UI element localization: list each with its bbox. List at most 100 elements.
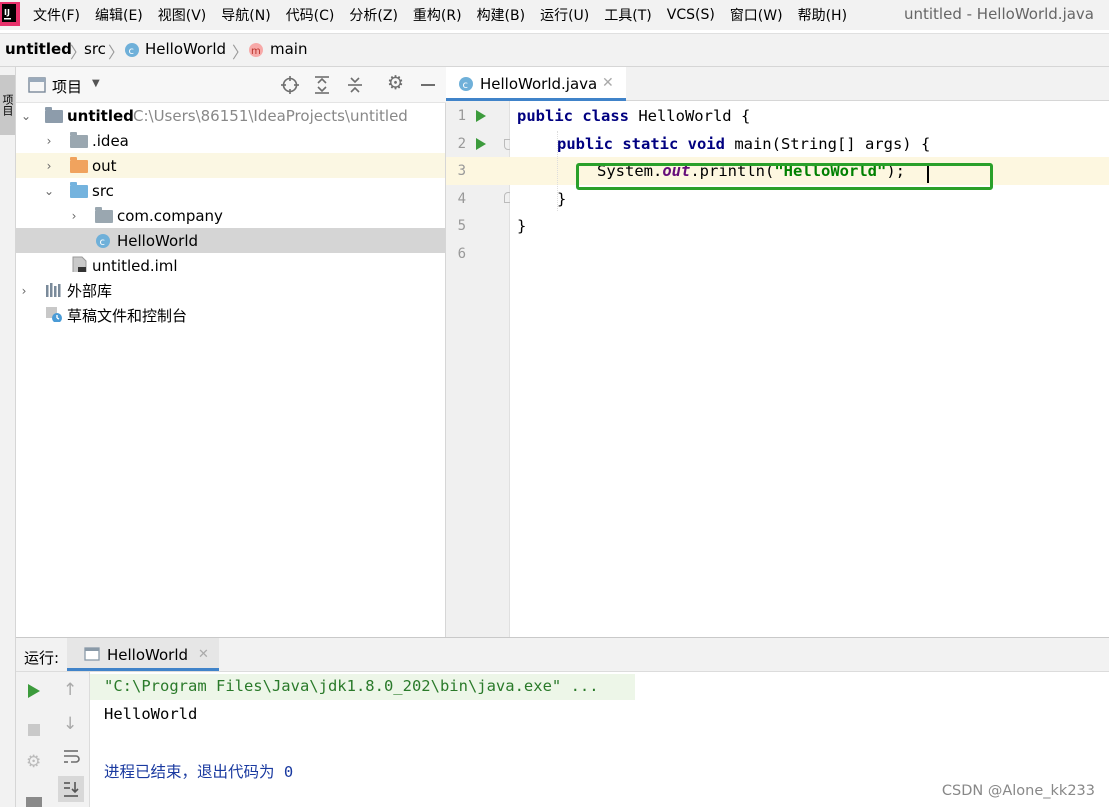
project-panel-title[interactable]: 项目: [52, 76, 82, 97]
soft-wrap-icon[interactable]: [62, 747, 80, 765]
chevron-down-icon[interactable]: ⌄: [43, 184, 55, 198]
locate-file-icon[interactable]: [281, 76, 299, 94]
close-icon[interactable]: ✕: [602, 75, 614, 91]
run-tab-label: HelloWorld: [107, 646, 189, 664]
breadcrumb-src[interactable]: src: [84, 40, 106, 58]
menu-window[interactable]: 窗口(W): [730, 5, 783, 25]
console-exit-line: 进程已结束，退出代码为 0: [104, 763, 294, 781]
java-class-icon: c: [125, 43, 139, 57]
menu-code[interactable]: 代码(C): [286, 5, 335, 25]
menu-navigate[interactable]: 导航(N): [221, 5, 270, 25]
code-editor[interactable]: public class HelloWorld { public static …: [510, 101, 1109, 637]
chevron-down-icon[interactable]: ⌄: [20, 109, 32, 123]
chevron-right-icon[interactable]: ›: [43, 134, 55, 148]
menu-build[interactable]: 构建(B): [477, 5, 526, 25]
minimize-icon[interactable]: [421, 84, 435, 86]
tab-label: HelloWorld.java: [480, 75, 598, 93]
chevron-right-icon[interactable]: ›: [68, 209, 80, 223]
menu-tools[interactable]: 工具(T): [604, 5, 651, 25]
arrow-down-icon[interactable]: ↓: [63, 714, 77, 734]
package-icon: [95, 207, 113, 223]
code-line-1: public class HelloWorld {: [517, 107, 751, 125]
breadcrumb-project[interactable]: untitled: [5, 40, 72, 58]
line-number: 5: [457, 218, 466, 234]
chevron-right-icon: 〉: [108, 43, 125, 62]
run-icon[interactable]: [476, 110, 486, 122]
close-icon[interactable]: ✕: [198, 647, 209, 662]
tree-item-helloworld[interactable]: c HelloWorld: [16, 228, 445, 253]
window-title: untitled - HelloWorld.java: [903, 5, 1094, 23]
menu-items: 文件(F) 编辑(E) 视图(V) 导航(N) 代码(C) 分析(Z) 重构(R…: [33, 0, 847, 30]
menu-help[interactable]: 帮助(H): [798, 5, 847, 25]
java-class-icon: c: [459, 77, 473, 91]
gear-icon[interactable]: ⚙: [387, 72, 404, 94]
excluded-folder-icon: [70, 157, 88, 173]
expand-all-icon[interactable]: [314, 76, 330, 94]
folder-icon: [70, 132, 88, 148]
tree-item-label: com.company: [117, 206, 223, 225]
highlight-box: [576, 163, 993, 190]
tree-item-label: out: [92, 156, 117, 175]
menu-run[interactable]: 运行(U): [540, 5, 589, 25]
stop-icon[interactable]: [28, 724, 40, 736]
menu-analyze[interactable]: 分析(Z): [349, 5, 398, 25]
run-tab-helloworld[interactable]: HelloWorld ✕: [67, 638, 219, 671]
library-icon: [46, 283, 61, 297]
run-icon[interactable]: [476, 138, 486, 150]
chevron-right-icon[interactable]: ›: [43, 159, 55, 173]
tree-item-untitled[interactable]: ⌄ untitled C:\Users\86151\IdeaProjects\u…: [16, 103, 445, 128]
panel-layout-icon[interactable]: [26, 797, 42, 807]
svg-text:IJ: IJ: [4, 8, 10, 17]
console-output-line: HelloWorld: [104, 705, 198, 723]
dropdown-arrow-icon[interactable]: ▼: [92, 78, 100, 89]
scratch-file-icon: [46, 307, 62, 322]
rerun-icon[interactable]: [28, 684, 40, 698]
project-folder-icon: [45, 107, 63, 123]
breadcrumb-method[interactable]: main: [270, 40, 307, 58]
menu-refactor[interactable]: 重构(R): [413, 5, 462, 25]
svg-text:m: m: [251, 46, 261, 57]
scroll-to-end-icon: [64, 782, 79, 797]
tree-item-scratches[interactable]: 草稿文件和控制台: [16, 303, 445, 328]
tree-item-src[interactable]: ⌄ src: [16, 178, 445, 203]
svg-text:c: c: [463, 80, 469, 91]
arrow-up-icon[interactable]: ↑: [63, 680, 77, 700]
tree-item-label: 外部库: [67, 282, 113, 300]
tree-item-external-libraries[interactable]: › 外部库: [16, 278, 445, 303]
project-view-icon: [28, 77, 46, 93]
tree-item-untitled-iml[interactable]: untitled.iml: [16, 253, 445, 278]
run-toolbar: ↑ ↓ ⚙: [16, 672, 90, 807]
breadcrumb-class[interactable]: HelloWorld: [145, 40, 226, 58]
menu-bar: IJ 文件(F) 编辑(E) 视图(V) 导航(N) 代码(C) 分析(Z) 重…: [0, 0, 1109, 30]
java-class-icon: c: [96, 234, 110, 248]
line-number: 6: [457, 246, 466, 262]
tree-item-com-company[interactable]: › com.company: [16, 203, 445, 228]
intellij-logo-icon: IJ: [0, 2, 20, 26]
menu-vcs[interactable]: VCS(S): [667, 7, 715, 23]
breadcrumb: untitled 〉 src 〉 c HelloWorld 〉 m main: [0, 33, 1109, 67]
module-file-icon: [72, 256, 87, 272]
watermark: CSDN @Alone_kk233: [941, 783, 1095, 799]
project-panel: 项目 ▼ ⚙ ⌄ untitled C:\Users\86151\IdeaPro…: [16, 67, 446, 637]
scroll-to-end-button[interactable]: [58, 776, 84, 802]
chevron-right-icon: 〉: [232, 43, 249, 62]
menu-view[interactable]: 视图(V): [158, 5, 207, 25]
line-number: 4: [457, 191, 466, 207]
collapse-all-icon[interactable]: [347, 76, 363, 94]
tree-item-out[interactable]: › out: [16, 153, 445, 178]
tree-item-idea[interactable]: › .idea: [16, 128, 445, 153]
run-panel-header: 运行: HelloWorld ✕: [16, 637, 1109, 672]
line-number: 1: [457, 108, 466, 124]
tab-helloworld-java[interactable]: c HelloWorld.java ✕: [446, 67, 626, 101]
menu-file[interactable]: 文件(F): [33, 5, 80, 25]
svg-text:c: c: [129, 46, 135, 57]
chevron-right-icon[interactable]: ›: [18, 284, 30, 298]
code-line-5: }: [517, 217, 527, 235]
project-panel-header: 项目 ▼ ⚙: [16, 67, 446, 103]
method-icon: m: [249, 43, 263, 57]
tree-item-label: .idea: [92, 131, 129, 150]
line-number: 3: [457, 163, 466, 179]
restore-layout-icon[interactable]: ⚙: [26, 752, 41, 772]
menu-edit[interactable]: 编辑(E): [95, 5, 143, 25]
project-tool-tab[interactable]: 项目: [0, 75, 15, 135]
